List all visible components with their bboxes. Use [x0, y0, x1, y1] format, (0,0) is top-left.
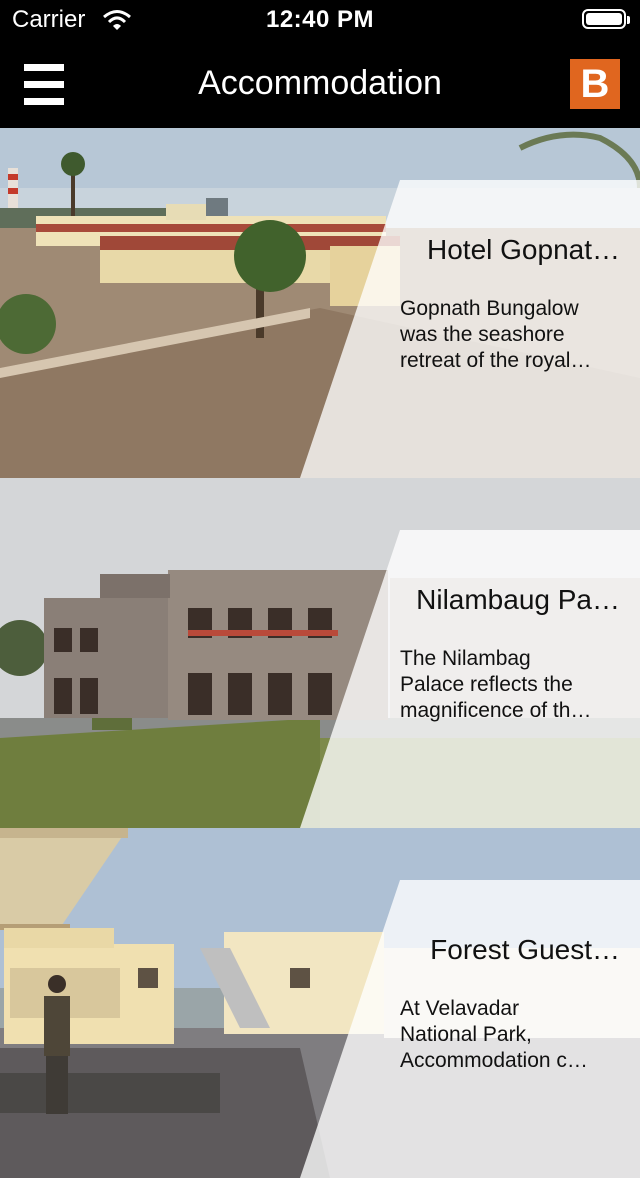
- card-title: Nilambaug Pa…: [416, 584, 620, 615]
- battery-icon: [582, 9, 630, 29]
- accommodation-list: Hotel Gopnat… Gopnath Bungalow was the s…: [0, 128, 640, 1178]
- card-title: Hotel Gopnat…: [427, 234, 620, 265]
- navigation-bar: Accommodation B: [0, 40, 640, 128]
- status-bar: Carrier 12:40 PM: [0, 0, 640, 40]
- booking-brand-button[interactable]: B: [570, 59, 620, 109]
- card-description: The Nilambag Palace reflects the magnifi…: [400, 647, 592, 722]
- accommodation-card-forest-guest-house[interactable]: Forest Guest… At Velavadar National Park…: [0, 828, 640, 1178]
- accommodation-card-nilambaug[interactable]: Nilambaug Pa… The Nilambag Palace reflec…: [0, 478, 640, 828]
- card-description: Gopnath Bungalow was the seashore retrea…: [400, 297, 592, 372]
- page-title: Accommodation: [198, 64, 442, 102]
- card-title: Forest Guest…: [430, 934, 620, 965]
- accommodation-card-gopnath[interactable]: Hotel Gopnat… Gopnath Bungalow was the s…: [0, 128, 640, 478]
- card-description: At Velavadar National Park, Accommodatio…: [400, 997, 588, 1072]
- status-time: 12:40 PM: [265, 6, 375, 33]
